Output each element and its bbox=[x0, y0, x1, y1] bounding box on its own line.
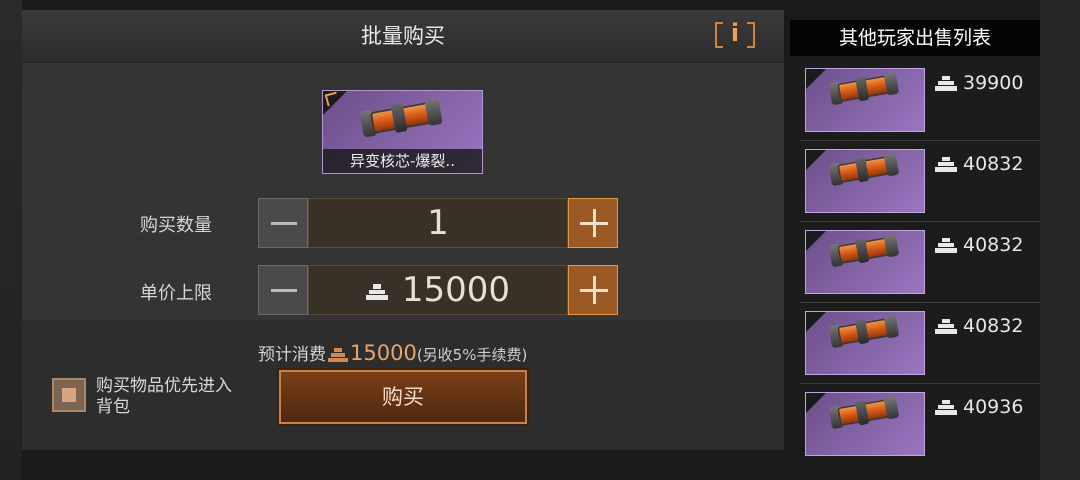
listing-row[interactable]: 40936 bbox=[800, 384, 1040, 456]
listing-thumb bbox=[805, 392, 925, 456]
background-right bbox=[1040, 0, 1080, 480]
currency-icon bbox=[935, 157, 957, 172]
panel-title: 批量购买 bbox=[361, 24, 445, 48]
quantity-plus-button[interactable] bbox=[568, 198, 618, 248]
listing-panel: 其他玩家出售列表 39900 40832 40832 40832 40936 bbox=[790, 20, 1040, 456]
currency-icon bbox=[935, 76, 957, 91]
priority-checkbox[interactable] bbox=[52, 378, 86, 412]
quantity-value[interactable]: 1 bbox=[308, 198, 568, 248]
estimated-cost: 预计消费 15000(另收5%手续费) bbox=[258, 341, 527, 365]
currency-icon bbox=[935, 400, 957, 415]
listing-price: 40832 bbox=[935, 232, 1023, 258]
cost-amount: 15000 bbox=[350, 341, 417, 365]
buy-button[interactable]: 购买 bbox=[279, 370, 527, 424]
price-cap-field[interactable]: 15000 bbox=[308, 265, 568, 315]
bulk-buy-panel: 批量购买 i 异变核芯-爆裂.. 购买数量 1 单价上限 15000 预计消费 … bbox=[22, 10, 784, 450]
priority-checkbox-label[interactable]: 购买物品优先进入背包 bbox=[96, 376, 236, 418]
listing-row[interactable]: 40832 bbox=[800, 303, 1040, 384]
listing-row[interactable]: 40832 bbox=[800, 222, 1040, 303]
price-cap-value: 15000 bbox=[401, 270, 511, 310]
listing-row[interactable]: 39900 bbox=[800, 60, 1040, 141]
price-minus-button[interactable] bbox=[258, 265, 308, 315]
listing-thumb bbox=[805, 149, 925, 213]
item-card[interactable]: 异变核芯-爆裂.. bbox=[322, 90, 483, 174]
currency-icon bbox=[935, 319, 957, 334]
cost-prefix: 预计消费 bbox=[258, 345, 326, 365]
quantity-label: 购买数量 bbox=[140, 215, 212, 236]
price-cap-stepper: 15000 bbox=[258, 265, 618, 315]
fee-note: (另收5%手续费) bbox=[416, 346, 528, 364]
background-left bbox=[0, 0, 22, 480]
info-button[interactable]: i bbox=[715, 19, 755, 50]
price-cap-label: 单价上限 bbox=[140, 283, 212, 304]
item-name: 异变核芯-爆裂.. bbox=[323, 149, 482, 173]
listing-title: 其他玩家出售列表 bbox=[790, 20, 1040, 56]
quantity-stepper: 1 bbox=[258, 198, 618, 248]
listing-price: 39900 bbox=[935, 70, 1023, 96]
currency-icon bbox=[365, 283, 388, 300]
price-plus-button[interactable] bbox=[568, 265, 618, 315]
quantity-minus-button[interactable] bbox=[258, 198, 308, 248]
listing-price: 40936 bbox=[935, 394, 1023, 420]
panel-header: 批量购买 i bbox=[22, 10, 784, 63]
listing-thumb bbox=[805, 311, 925, 375]
currency-icon bbox=[328, 348, 348, 362]
listing-price: 40832 bbox=[935, 313, 1023, 339]
currency-icon bbox=[935, 238, 957, 253]
listing-price: 40832 bbox=[935, 151, 1023, 177]
listing-row[interactable]: 40832 bbox=[800, 141, 1040, 222]
checkbox-icon bbox=[62, 388, 76, 402]
info-bracket-right bbox=[747, 22, 755, 48]
listing-thumb bbox=[805, 230, 925, 294]
listing-thumb bbox=[805, 68, 925, 132]
